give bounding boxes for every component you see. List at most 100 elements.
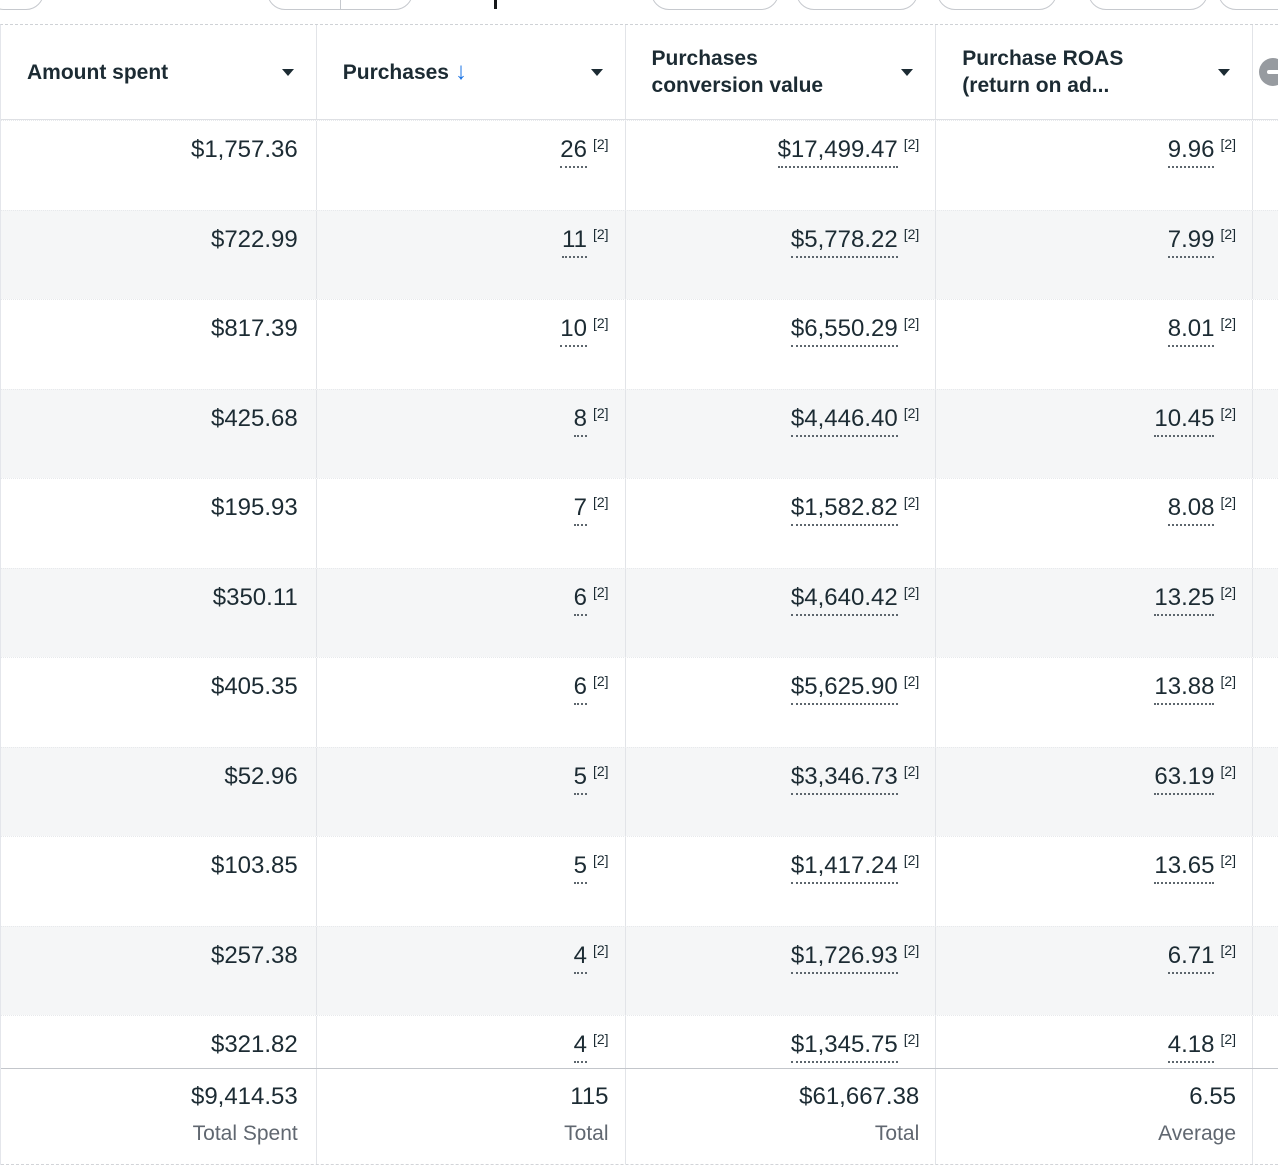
purchases-value[interactable]: 7 <box>574 492 587 526</box>
purchases-value[interactable]: 26 <box>560 134 587 168</box>
footnote-marker[interactable]: [2] <box>1220 764 1236 778</box>
conversion-value-cell: $1,417.24 [2] <box>626 837 937 926</box>
roas-value[interactable]: 7.99 <box>1168 224 1215 258</box>
footnote-marker[interactable]: [2] <box>1220 227 1236 241</box>
header-purchases-conversion-value[interactable]: Purchasesconversion value <box>626 25 937 119</box>
footnote-marker[interactable]: [2] <box>1220 585 1236 599</box>
conversion-value[interactable]: $5,625.90 <box>791 671 898 705</box>
cutoff-button[interactable] <box>1218 0 1278 10</box>
caret-down-icon[interactable] <box>591 69 603 76</box>
roas-value[interactable]: 8.01 <box>1168 313 1215 347</box>
footnote-marker[interactable]: [2] <box>1220 495 1236 509</box>
table-row[interactable]: $103.85 5[2] $1,417.24[2] 13.65[2] <box>1 836 1278 926</box>
caret-down-icon[interactable] <box>901 69 913 76</box>
footnote-marker[interactable]: [2] <box>1220 674 1236 688</box>
footnote-marker[interactable]: [2] <box>904 316 920 330</box>
footnote-marker[interactable]: [2] <box>593 316 609 330</box>
purchases-value[interactable]: 11 <box>562 224 587 258</box>
cutoff-button[interactable] <box>937 0 1057 10</box>
footnote-marker[interactable]: [2] <box>904 674 920 688</box>
header-purchases-label: Purchases↓ <box>343 58 467 86</box>
footnote-marker[interactable]: [2] <box>593 674 609 688</box>
purchases-value[interactable]: 4 <box>574 1029 587 1063</box>
amount-spent-cell: $722.99 <box>1 211 317 300</box>
caret-down-icon[interactable] <box>1218 69 1230 76</box>
roas-value[interactable]: 13.25 <box>1154 582 1214 616</box>
footnote-marker[interactable]: [2] <box>1220 853 1236 867</box>
conversion-value[interactable]: $4,640.42 <box>791 582 898 616</box>
table-row[interactable]: $52.96 5[2] $3,346.73[2] 63.19[2] <box>1 747 1278 837</box>
roas-value[interactable]: 13.65 <box>1154 850 1214 884</box>
purchases-value[interactable]: 6 <box>574 671 587 705</box>
footnote-marker[interactable]: [2] <box>904 943 920 957</box>
conversion-value[interactable]: $1,345.75 <box>791 1029 898 1063</box>
cutoff-button[interactable] <box>651 0 779 10</box>
cutoff-split-button[interactable] <box>267 0 413 10</box>
footnote-marker[interactable]: [2] <box>593 406 609 420</box>
footnote-marker[interactable]: [2] <box>904 853 920 867</box>
footnote-marker[interactable]: [2] <box>593 227 609 241</box>
table-row[interactable]: $817.39 10[2] $6,550.29[2] 8.01[2] <box>1 299 1278 389</box>
conversion-value[interactable]: $3,346.73 <box>791 761 898 795</box>
footnote-marker[interactable]: [2] <box>593 853 609 867</box>
roas-value[interactable]: 4.18 <box>1168 1029 1215 1063</box>
table-row[interactable]: $195.93 7[2] $1,582.82[2] 8.08[2] <box>1 478 1278 568</box>
purchases-value[interactable]: 5 <box>574 761 587 795</box>
cutoff-button[interactable] <box>1088 0 1208 10</box>
footnote-marker[interactable]: [2] <box>904 406 920 420</box>
footnote-marker[interactable]: [2] <box>593 1032 609 1046</box>
purchases-value[interactable]: 6 <box>574 582 587 616</box>
table-row[interactable]: $722.99 11 [2] $5,778.22 [2] 7.99 [2] <box>1 210 1278 300</box>
footnote-marker[interactable]: [2] <box>904 764 920 778</box>
conversion-value[interactable]: $6,550.29 <box>791 313 898 347</box>
footnote-marker[interactable]: [2] <box>904 495 920 509</box>
footnote-marker[interactable]: [2] <box>593 943 609 957</box>
cutoff-button[interactable] <box>796 0 918 10</box>
header-purchases[interactable]: Purchases↓ <box>317 25 626 119</box>
roas-value[interactable]: 9.96 <box>1168 134 1215 168</box>
roas-value[interactable]: 13.88 <box>1154 671 1214 705</box>
purchases-value[interactable]: 4 <box>574 940 587 974</box>
sort-descending-icon[interactable]: ↓ <box>455 58 467 85</box>
minus-circle-icon[interactable] <box>1259 58 1278 86</box>
purchases-value[interactable]: 10 <box>560 313 587 347</box>
conversion-value[interactable]: $17,499.47 <box>778 134 898 168</box>
footnote-marker[interactable]: [2] <box>1220 316 1236 330</box>
roas-value[interactable]: 63.19 <box>1154 761 1214 795</box>
purchases-value[interactable]: 5 <box>574 850 587 884</box>
footnote-marker[interactable]: [2] <box>1220 943 1236 957</box>
purchases-cell: 10 [2] <box>317 300 626 389</box>
table-row[interactable]: $321.82 4[2] $1,345.75[2] 4.18[2] <box>1 1015 1278 1068</box>
footnote-marker[interactable]: [2] <box>904 1032 920 1046</box>
cutoff-split-button-right[interactable] <box>340 0 412 9</box>
table-row[interactable]: $405.35 6[2] $5,625.90[2] 13.88[2] <box>1 657 1278 747</box>
footnote-marker[interactable]: [2] <box>1220 137 1236 151</box>
footnote-marker[interactable]: [2] <box>904 227 920 241</box>
header-purchase-roas[interactable]: Purchase ROAS(return on ad... <box>936 25 1253 119</box>
conversion-value[interactable]: $1,582.82 <box>791 492 898 526</box>
roas-value[interactable]: 8.08 <box>1168 492 1215 526</box>
roas-value[interactable]: 10.45 <box>1154 403 1214 437</box>
conversion-value[interactable]: $1,726.93 <box>791 940 898 974</box>
conversion-value[interactable]: $5,778.22 <box>791 224 898 258</box>
conversion-value[interactable]: $4,446.40 <box>791 403 898 437</box>
table-row[interactable]: $350.11 6[2] $4,640.42[2] 13.25[2] <box>1 568 1278 658</box>
footnote-marker[interactable]: [2] <box>593 764 609 778</box>
footnote-marker[interactable]: [2] <box>904 585 920 599</box>
table-row[interactable]: $257.38 4[2] $1,726.93[2] 6.71[2] <box>1 926 1278 1016</box>
footnote-marker[interactable]: [2] <box>1220 1032 1236 1046</box>
footnote-marker[interactable]: [2] <box>593 495 609 509</box>
roas-value[interactable]: 6.71 <box>1168 940 1215 974</box>
footnote-marker[interactable]: [2] <box>1220 406 1236 420</box>
footnote-marker[interactable]: [2] <box>593 585 609 599</box>
purchases-value[interactable]: 8 <box>574 403 587 437</box>
conversion-value[interactable]: $1,417.24 <box>791 850 898 884</box>
footnote-marker[interactable]: [2] <box>593 137 609 151</box>
cutoff-split-button-left[interactable] <box>268 0 340 9</box>
footnote-marker[interactable]: [2] <box>904 137 920 151</box>
table-row[interactable]: $425.68 8[2] $4,446.40[2] 10.45[2] <box>1 389 1278 479</box>
caret-down-icon[interactable] <box>282 69 294 76</box>
table-row[interactable]: $1,757.36 26[2] $17,499.47[2] 9.96[2] <box>1 120 1278 210</box>
header-amount-spent[interactable]: Amount spent <box>1 25 317 119</box>
cutoff-button[interactable] <box>0 0 44 10</box>
